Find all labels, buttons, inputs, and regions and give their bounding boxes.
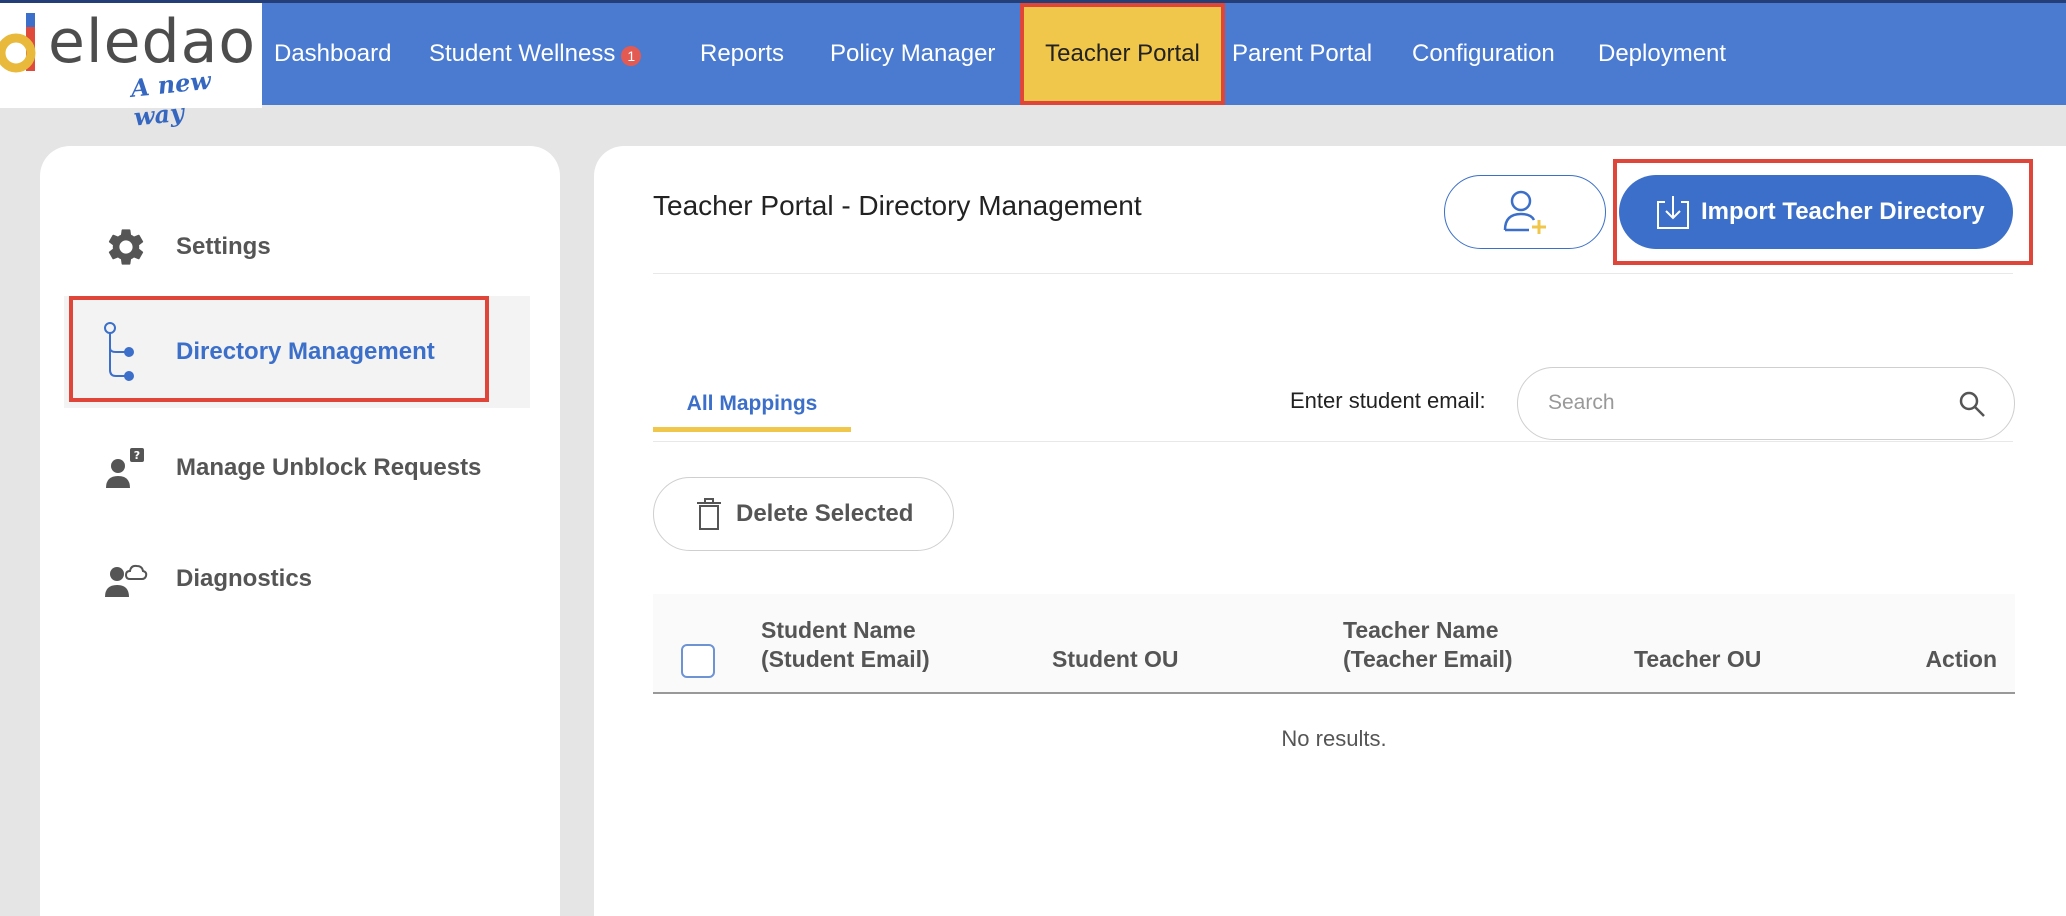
sidebar-item-diagnostics[interactable]: Diagnostics — [64, 523, 530, 635]
column-header-student-ou[interactable]: Student OU — [1052, 645, 1179, 674]
column-header-teacher-ou[interactable]: Teacher OU — [1634, 645, 1761, 674]
tree-icon — [104, 322, 134, 381]
nav-label: Dashboard — [274, 40, 392, 67]
nav-student-wellness[interactable]: Student Wellness 1 — [429, 3, 642, 105]
nav-parent-portal[interactable]: Parent Portal — [1232, 3, 1372, 105]
sidebar-item-directory-management[interactable]: Directory Management — [64, 296, 530, 408]
top-navigation-bar: eledao A new way Dashboard Student Welln… — [0, 0, 2066, 132]
nav-label: Deployment — [1598, 40, 1727, 67]
nav-label: Student Wellness — [429, 40, 616, 67]
nav-deployment[interactable]: Deployment — [1598, 3, 1726, 105]
tab-divider — [653, 441, 2013, 442]
nav-dashboard[interactable]: Dashboard — [274, 3, 391, 105]
logo-mark-icon — [0, 13, 36, 73]
user-cloud-icon — [105, 564, 148, 597]
column-header-line: Student OU — [1052, 646, 1179, 672]
delete-button-label: Delete Selected — [736, 500, 914, 527]
column-header-line: Teacher Name — [1343, 617, 1499, 643]
select-all-checkbox[interactable] — [681, 644, 715, 678]
column-header-line: Teacher OU — [1634, 646, 1762, 672]
sidebar-item-label: Directory Management — [176, 338, 435, 365]
search-box — [1517, 367, 2015, 440]
column-header-student-name[interactable]: Student Name (Student Email) — [761, 616, 930, 674]
main-panel: Teacher Portal - Directory Management Im… — [594, 146, 2066, 916]
nav-policy-manager[interactable]: Policy Manager — [830, 3, 995, 105]
sidebar-item-settings[interactable]: Settings — [64, 191, 530, 303]
nav-label: Parent Portal — [1232, 40, 1373, 67]
user-question-icon: ? — [106, 448, 144, 488]
logo[interactable]: eledao A new way — [0, 3, 262, 132]
sidebar-item-label: Manage Unblock Requests — [176, 454, 482, 481]
nav-label: Configuration — [1412, 40, 1555, 67]
search-icon[interactable] — [1958, 390, 1986, 418]
sidebar-item-manage-unblock-requests[interactable]: ? Manage Unblock Requests — [64, 412, 530, 524]
column-header-line: (Teacher Email) — [1343, 646, 1513, 672]
import-button-label: Import Teacher Directory — [1701, 198, 1985, 225]
logo-tagline: A new way — [129, 65, 213, 132]
nav-teacher-portal[interactable]: Teacher Portal — [1020, 3, 1225, 105]
add-user-button[interactable] — [1444, 175, 1606, 249]
column-header-action: Action — [1925, 645, 1997, 674]
gear-icon — [108, 229, 144, 265]
column-header-line: Action — [1925, 646, 1997, 672]
header-divider — [653, 273, 2013, 274]
import-icon — [1657, 196, 1689, 229]
add-user-icon — [1503, 190, 1546, 234]
nav-label: Reports — [700, 40, 785, 67]
trash-icon — [697, 498, 721, 530]
import-teacher-directory-button[interactable]: Import Teacher Directory — [1619, 175, 2013, 249]
sidebar: Settings Directory Management ? Manage U… — [40, 146, 560, 916]
sidebar-item-label: Diagnostics — [176, 565, 313, 592]
student-email-search-input[interactable] — [1548, 384, 1938, 422]
nav-configuration[interactable]: Configuration — [1412, 3, 1555, 105]
nav-label: Policy Manager — [830, 40, 996, 67]
search-label: Enter student email: — [1290, 388, 1486, 413]
page-title: Teacher Portal - Directory Management — [653, 190, 1142, 221]
tab-label: All Mappings — [686, 392, 818, 415]
column-header-teacher-name[interactable]: Teacher Name (Teacher Email) — [1343, 616, 1513, 674]
svg-text:?: ? — [134, 449, 140, 462]
sidebar-item-label: Settings — [176, 233, 271, 260]
empty-table-message: No results. — [1281, 726, 1387, 751]
delete-selected-button[interactable]: Delete Selected — [653, 477, 954, 551]
table-header: Student Name (Student Email) Student OU … — [653, 594, 2015, 694]
nav-label: Teacher Portal — [1045, 40, 1200, 67]
tab-all-mappings[interactable]: All Mappings — [653, 376, 851, 432]
nav-reports[interactable]: Reports — [700, 3, 784, 105]
column-header-line: Student Name — [761, 617, 916, 643]
notification-badge: 1 — [621, 46, 642, 66]
column-header-line: (Student Email) — [761, 646, 930, 672]
